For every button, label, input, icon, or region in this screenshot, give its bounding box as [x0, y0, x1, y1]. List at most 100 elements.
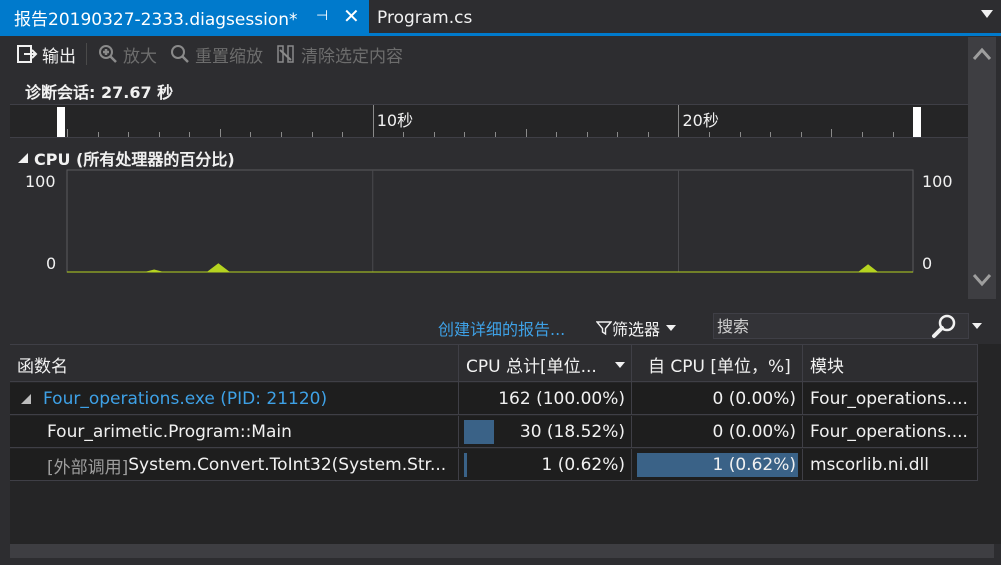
self-cpu-cell: 0 (0.00%): [632, 383, 803, 415]
ruler-minor-tick: [586, 132, 588, 137]
table-horizontal-scrollbar[interactable]: [10, 544, 994, 558]
search-icon[interactable]: [930, 312, 958, 340]
clear-selection-icon: [275, 43, 297, 65]
ruler-minor-tick: [617, 132, 619, 137]
self-cpu-value: 0 (0.00%): [712, 422, 797, 442]
ruler-major-tick: [372, 105, 374, 137]
ruler-minor-tick: [770, 132, 772, 137]
ruler-minor-tick: [342, 132, 344, 137]
clear-selection-button[interactable]: 清除选定内容: [269, 39, 409, 69]
graph-vertical-scrollbar[interactable]: [968, 37, 996, 299]
module-name: mscorlib.ni.dll: [810, 455, 929, 475]
ruler-minor-tick: [189, 132, 191, 137]
filter-icon: [596, 321, 612, 336]
diagnostic-toolbar: 输出 放大 重置缩放 清除选定内容: [10, 37, 968, 71]
bottom-strip: [0, 558, 1001, 565]
module-cell: Four_operations....: [803, 383, 978, 415]
ruler-minor-tick: [281, 132, 283, 137]
reset-zoom-label: 重置缩放: [195, 46, 263, 67]
ruler-minor-tick: [495, 132, 497, 137]
module-name: Four_operations....: [810, 422, 968, 442]
ruler-minor-tick: [433, 132, 435, 137]
ruler-minor-tick: [647, 132, 649, 137]
filter-label: 筛选器: [612, 320, 661, 339]
session-duration-header: 诊断会话: 27.67 秒: [10, 75, 968, 105]
function-name: System.Convert.ToInt32(System.Str...: [128, 455, 447, 475]
table-header: 函数名 CPU 总计[单位... 自 CPU [单位，%] 模块: [10, 344, 978, 383]
self-cpu-cell: 0 (0.00%): [632, 416, 803, 448]
function-name: Four_arimetic.Program::Main: [47, 422, 292, 442]
call-tree-table: 函数名 CPU 总计[单位... 自 CPU [单位，%] 模块 Four_op…: [10, 344, 1001, 544]
external-call-prefix: [外部调用]: [47, 457, 129, 478]
cpu-graph-plot[interactable]: [10, 140, 968, 300]
function-name-cell: Four_operations.exe (PID: 21120): [10, 383, 459, 415]
table-row[interactable]: [外部调用] System.Convert.ToInt32(System.Str…: [10, 449, 978, 481]
total-cpu-value: 1 (0.62%): [541, 455, 626, 475]
report-toolbar: 创建详细的报告... 筛选器: [10, 308, 1001, 344]
search-options-dropdown-icon[interactable]: [972, 323, 982, 329]
self-cpu-cell: 1 (0.62%): [632, 449, 803, 481]
sort-descending-icon: [615, 362, 625, 368]
column-header-self-cpu[interactable]: 自 CPU [单位，%]: [632, 345, 803, 383]
close-icon[interactable]: ✕: [343, 4, 360, 28]
function-name[interactable]: Four_operations.exe (PID: 21120): [43, 389, 327, 409]
column-header-total-cpu[interactable]: CPU 总计[单位...: [459, 345, 632, 383]
timeline-ruler[interactable]: 10秒 20秒: [10, 104, 968, 138]
tab-diagsession[interactable]: 报告20190327-2333.diagsession*: [0, 0, 369, 35]
reset-zoom-button[interactable]: 重置缩放: [163, 39, 269, 69]
output-label: 输出: [42, 46, 76, 67]
module-cell: mscorlib.ni.dll: [803, 449, 978, 481]
output-button[interactable]: 输出: [10, 39, 82, 69]
ruler-major-tick: [678, 105, 680, 137]
ruler-minor-tick: [97, 132, 99, 137]
selection-end-handle[interactable]: [913, 107, 921, 137]
ruler-minor-tick: [831, 129, 833, 137]
tab-underline: [0, 33, 1001, 36]
total-cpu-cell: 30 (18.52%): [459, 416, 632, 448]
ruler-minor-tick: [892, 132, 894, 137]
ruler-minor-tick: [709, 132, 711, 137]
selection-start-handle[interactable]: [57, 107, 65, 137]
create-detailed-report-link[interactable]: 创建详细的报告...: [438, 316, 565, 340]
tab-program-cs[interactable]: Program.cs: [377, 0, 472, 35]
zoom-in-button[interactable]: 放大: [91, 39, 163, 69]
ruler-minor-tick: [861, 132, 863, 137]
ruler-minor-tick: [739, 132, 741, 137]
module-cell: Four_operations....: [803, 416, 978, 448]
total-cpu-bar: [464, 420, 494, 444]
clear-selection-label: 清除选定内容: [301, 46, 403, 67]
total-cpu-value: 30 (18.52%): [519, 422, 625, 442]
module-name: Four_operations....: [810, 389, 968, 409]
ruler-minor-tick: [403, 132, 405, 137]
chevron-down-icon: [666, 325, 677, 331]
tab-title: Program.cs: [377, 7, 473, 28]
ruler-minor-tick: [219, 129, 221, 137]
reset-zoom-icon: [169, 43, 191, 65]
function-name-cell: [外部调用] System.Convert.ToInt32(System.Str…: [10, 449, 459, 481]
scroll-up-icon[interactable]: [972, 47, 992, 61]
session-duration-label: 诊断会话: 27.67 秒: [25, 83, 174, 102]
total-cpu-cell: 162 (100.00%): [459, 383, 632, 415]
expand-collapse-icon[interactable]: [21, 394, 31, 404]
search-input[interactable]: [714, 314, 934, 338]
column-header-function-name[interactable]: 函数名: [10, 345, 459, 383]
cpu-usage-panel: CPU (所有处理器的百分比) 100 0 100 0: [10, 140, 968, 300]
scroll-down-icon[interactable]: [972, 273, 992, 287]
ruler-minor-tick: [250, 132, 252, 137]
column-header-module[interactable]: 模块: [803, 345, 978, 383]
document-tab-strip: 报告20190327-2333.diagsession* ⊣ ✕ Program…: [0, 0, 1001, 36]
pin-icon[interactable]: ⊣: [316, 8, 328, 24]
ruler-mark-label: 10秒: [376, 111, 414, 130]
table-row[interactable]: Four_operations.exe (PID: 21120) 162 (10…: [10, 383, 978, 415]
ruler-mark-label: 20秒: [682, 111, 719, 130]
self-cpu-value: 0 (0.00%): [712, 389, 797, 409]
ruler-minor-tick: [525, 129, 527, 137]
function-name-cell: Four_arimetic.Program::Main: [10, 416, 459, 448]
zoom-in-icon: [97, 43, 119, 65]
filter-button[interactable]: 筛选器: [596, 316, 677, 340]
tab-overflow-dropdown-icon[interactable]: [981, 10, 993, 18]
ruler-minor-tick: [311, 132, 313, 137]
zoom-in-label: 放大: [123, 46, 157, 67]
table-row[interactable]: Four_arimetic.Program::Main 30 (18.52%) …: [10, 416, 978, 448]
ruler-minor-tick: [800, 132, 802, 137]
